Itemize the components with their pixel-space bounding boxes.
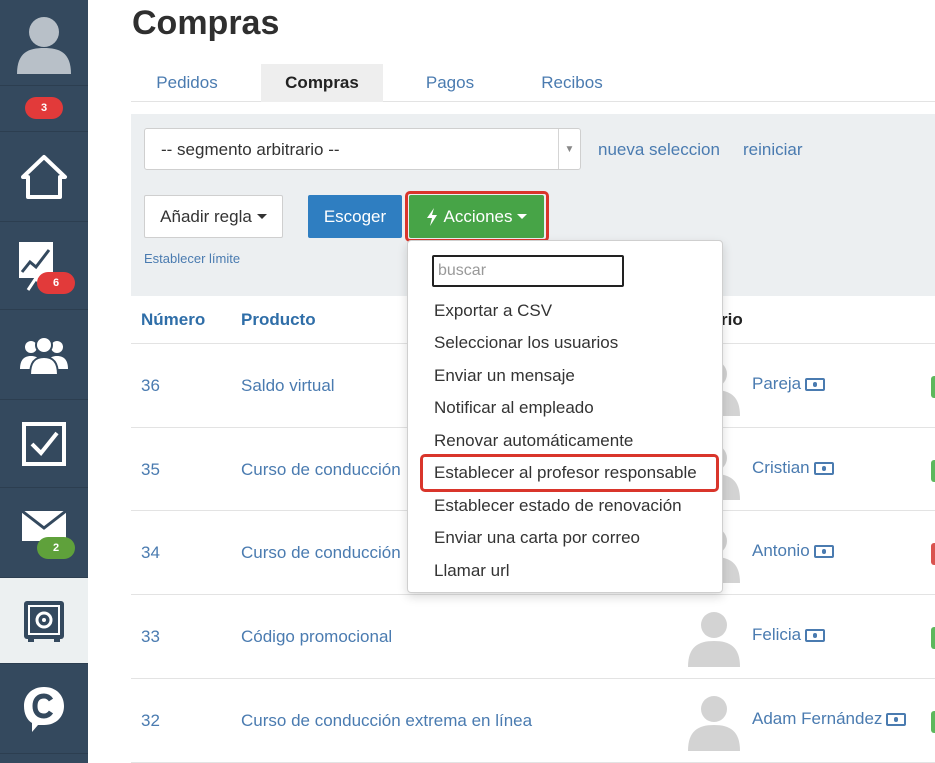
- menu-item-send-mail-letter[interactable]: Enviar una carta por correo: [434, 528, 640, 548]
- chevron-down-icon[interactable]: ▼: [558, 129, 580, 169]
- row-number[interactable]: 35: [141, 460, 160, 480]
- segment-select-value: -- segmento arbitrario --: [161, 140, 340, 159]
- chat-logo-icon: [24, 686, 64, 732]
- menu-item-send-message[interactable]: Enviar un mensaje: [434, 366, 575, 386]
- user-avatar-icon: [688, 612, 740, 667]
- money-icon: [813, 544, 834, 558]
- row-number[interactable]: 32: [141, 711, 160, 731]
- menu-item-set-renewal-status[interactable]: Establecer estado de renovación: [434, 496, 682, 516]
- column-header-product[interactable]: Producto: [241, 310, 316, 330]
- tab-compras[interactable]: Compras: [261, 64, 383, 102]
- column-header-user[interactable]: rio: [721, 310, 743, 330]
- sidebar: 3 6 2: [0, 0, 88, 763]
- menu-item-export-csv[interactable]: Exportar a CSV: [434, 301, 552, 321]
- home-icon: [21, 154, 67, 199]
- status-badge: [931, 543, 935, 565]
- table-row[interactable]: 33 Código promocional Felicia: [131, 595, 935, 679]
- sidebar-item-tasks[interactable]: [0, 400, 88, 488]
- row-user[interactable]: Cristian: [752, 458, 834, 478]
- tab-bar: Pedidos Compras Pagos Recibos: [131, 64, 935, 102]
- new-selection-link[interactable]: nueva seleccion: [598, 140, 720, 160]
- page-title: Compras: [132, 4, 280, 42]
- status-badge: [931, 376, 935, 398]
- row-user[interactable]: Antonio: [752, 541, 834, 561]
- row-user-name[interactable]: Antonio: [752, 541, 810, 561]
- add-rule-label: Añadir regla: [160, 206, 252, 226]
- row-product[interactable]: Saldo virtual: [241, 376, 335, 396]
- menu-item-notify-employee[interactable]: Notificar al empleado: [434, 398, 594, 418]
- sidebar-profile[interactable]: [0, 0, 88, 86]
- status-badge: [931, 460, 935, 482]
- caret-down-icon: [256, 214, 267, 219]
- column-header-number[interactable]: Número: [141, 310, 205, 330]
- set-limit-link[interactable]: Establecer límite: [144, 251, 240, 266]
- sidebar-item-users[interactable]: [0, 310, 88, 400]
- tab-pagos[interactable]: Pagos: [394, 64, 506, 102]
- menu-item-auto-renew[interactable]: Renovar automáticamente: [434, 431, 633, 451]
- row-user[interactable]: Pareja: [752, 374, 826, 394]
- sidebar-item-messages[interactable]: 2: [0, 488, 88, 578]
- status-badge: [931, 711, 935, 733]
- row-user-name[interactable]: Pareja: [752, 374, 801, 394]
- row-number[interactable]: 36: [141, 376, 160, 396]
- row-user-name[interactable]: Felicia: [752, 625, 801, 645]
- menu-item-select-users[interactable]: Seleccionar los usuarios: [434, 333, 618, 353]
- sidebar-notifications[interactable]: 3: [0, 86, 88, 132]
- actions-search-input[interactable]: [432, 255, 624, 287]
- status-badge: [931, 627, 935, 649]
- sidebar-item-chat[interactable]: [0, 664, 88, 754]
- actions-dropdown-menu: Exportar a CSV Seleccionar los usuarios …: [407, 240, 723, 593]
- money-icon: [805, 628, 826, 642]
- row-product[interactable]: Curso de conducción extrema en línea: [241, 711, 532, 731]
- choose-label: Escoger: [323, 206, 387, 226]
- money-icon: [886, 712, 907, 726]
- row-user[interactable]: Adam Fernández: [752, 709, 907, 729]
- actions-highlight-box: [405, 191, 549, 242]
- row-user[interactable]: Felicia: [752, 625, 826, 645]
- row-number[interactable]: 34: [141, 543, 160, 563]
- tab-pedidos[interactable]: Pedidos: [131, 64, 243, 102]
- menu-item-call-url[interactable]: Llamar url: [434, 561, 510, 581]
- sidebar-item-finance[interactable]: [0, 578, 88, 664]
- row-number[interactable]: 33: [141, 627, 160, 647]
- reset-link[interactable]: reiniciar: [743, 140, 803, 160]
- row-user-name[interactable]: Adam Fernández: [752, 709, 882, 729]
- sidebar-item-sales[interactable]: 6: [0, 222, 88, 310]
- row-product[interactable]: Código promocional: [241, 627, 392, 647]
- notifications-badge: 3: [25, 97, 63, 119]
- users-group-icon: [20, 335, 68, 375]
- user-avatar-icon: [688, 696, 740, 751]
- checkbox-icon: [22, 421, 66, 466]
- messages-badge: 2: [37, 537, 75, 559]
- sidebar-item-home[interactable]: [0, 132, 88, 222]
- money-icon: [805, 377, 826, 391]
- choose-button[interactable]: Escoger: [308, 195, 402, 238]
- add-rule-button[interactable]: Añadir regla: [144, 195, 283, 238]
- menu-item-highlight-box: [420, 454, 719, 492]
- tab-recibos[interactable]: Recibos: [516, 64, 628, 102]
- user-avatar-icon: [17, 16, 71, 74]
- row-product[interactable]: Curso de conducción: [241, 460, 401, 480]
- segment-select[interactable]: -- segmento arbitrario -- ▼: [144, 128, 581, 170]
- sales-badge: 6: [37, 272, 75, 294]
- safe-icon: [24, 600, 64, 642]
- money-icon: [813, 461, 834, 475]
- table-row[interactable]: 32 Curso de conducción extrema en línea …: [131, 679, 935, 763]
- row-product[interactable]: Curso de conducción: [241, 543, 401, 563]
- row-user-name[interactable]: Cristian: [752, 458, 810, 478]
